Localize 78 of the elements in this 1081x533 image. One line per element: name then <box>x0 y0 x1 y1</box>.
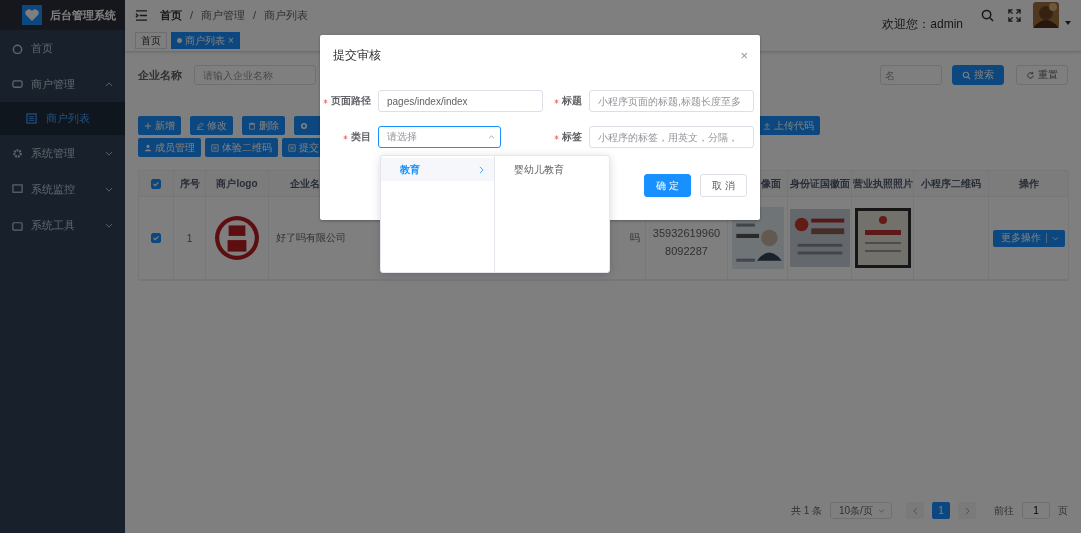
breadcrumb-item: 商户管理 <box>201 7 246 23</box>
document-icon <box>211 143 219 152</box>
tab[interactable]: 商户列表 × <box>171 32 240 49</box>
cancel-button[interactable]: 取 消 <box>700 174 747 197</box>
column-header: 序号 <box>179 176 200 191</box>
tab[interactable]: 首页 <box>135 32 167 49</box>
goto-label: 前往 <box>994 503 1014 518</box>
breadcrumb-separator: / <box>190 9 194 21</box>
upload-button[interactable]: 上传代码 <box>757 116 820 135</box>
field-label: 类目 <box>351 130 371 144</box>
input-field[interactable]: 小程序的标签，用英文，分隔， <box>589 126 754 148</box>
page-input[interactable]: 1 <box>1022 502 1050 519</box>
field-label: 标题 <box>562 94 582 108</box>
chevron-right-icon <box>479 165 484 174</box>
heart-logo-icon <box>22 5 42 25</box>
reset-button[interactable]: 重置 <box>1016 65 1068 85</box>
table-cell: 1 <box>186 232 193 244</box>
select-field[interactable]: 请选择 <box>378 126 501 148</box>
table-cell-text: 359326199608092287 <box>651 226 722 259</box>
trash-icon <box>248 121 256 130</box>
column-header: 企业名 <box>289 176 320 191</box>
more-actions-button[interactable]: 更多操作 <box>992 229 1065 247</box>
breadcrumb-item: 商户列表 <box>264 7 309 23</box>
menu-item[interactable]: 首页 <box>0 31 125 66</box>
page-suffix: 页 <box>1058 503 1068 518</box>
search-icon <box>962 70 971 80</box>
document-icon <box>288 143 296 152</box>
close-button[interactable]: × <box>740 48 748 63</box>
column-header: 商户logo <box>216 176 258 191</box>
total-count: 共 1 条 <box>790 503 822 518</box>
delete-button[interactable]: 删除 <box>242 116 285 135</box>
table-cell: 吗 <box>630 231 640 245</box>
page-size-select[interactable]: 10条/页 <box>830 502 892 519</box>
menu-icon[interactable] <box>135 9 148 21</box>
chevron-left-icon <box>912 506 918 515</box>
member-button[interactable]: 成员管理 <box>138 138 201 157</box>
caret-icon <box>1051 235 1059 241</box>
column-header: 营业执照照片 <box>852 176 913 191</box>
table-cell: 好了吗有限公司 <box>276 231 346 245</box>
edit-button[interactable]: 修改 <box>190 116 233 135</box>
breadcrumb-item[interactable]: 首页 <box>160 7 182 23</box>
column-header: 小程序二维码 <box>921 176 981 191</box>
list-icon <box>26 113 37 124</box>
dialog-title: 提交审核 <box>333 47 381 64</box>
pencil-icon <box>196 121 204 130</box>
search-button[interactable]: 搜索 <box>952 65 1004 85</box>
cascader-option[interactable]: 教育 <box>381 158 494 181</box>
field-label: 页面路径 <box>331 94 371 108</box>
gear-icon <box>300 121 308 130</box>
chevron-right-icon <box>964 506 970 515</box>
fullscreen-icon[interactable] <box>1008 8 1021 22</box>
submenu-item[interactable]: 商户列表 <box>0 102 125 135</box>
input-field[interactable]: 小程序页面的标题,标题长度至多 <box>589 90 754 112</box>
checkbox[interactable] <box>151 233 161 243</box>
settings-icon <box>12 148 23 159</box>
qrcode-button[interactable]: 体验二维码 <box>205 138 278 157</box>
input-field[interactable]: pages/index/index <box>378 90 543 112</box>
upload-icon <box>763 121 771 130</box>
page-button[interactable]: 1 <box>932 502 950 519</box>
monitor-icon <box>12 184 23 195</box>
field-label: 企业名称 <box>138 67 182 83</box>
column-header: 像面 <box>761 176 781 191</box>
cascader-option[interactable]: 婴幼儿教育 <box>495 158 609 181</box>
add-button[interactable]: 新增 <box>138 116 181 135</box>
confirm-button[interactable]: 确 定 <box>644 174 691 197</box>
column-header: 身份证国徽面 <box>789 176 850 191</box>
app-title: 后台管理系统 <box>50 7 116 23</box>
column-header: 操作 <box>1018 176 1039 191</box>
plus-icon <box>144 121 152 130</box>
search-icon[interactable] <box>981 8 994 22</box>
caret-icon[interactable] <box>1065 21 1071 25</box>
breadcrumb-separator: / <box>253 9 257 21</box>
welcome-text: 欢迎您：admin <box>882 15 963 33</box>
checkbox[interactable] <box>151 178 161 189</box>
person-icon <box>144 143 152 152</box>
refresh-icon <box>1026 70 1035 80</box>
field-label: 标签 <box>562 130 582 144</box>
caret-icon <box>878 508 885 513</box>
